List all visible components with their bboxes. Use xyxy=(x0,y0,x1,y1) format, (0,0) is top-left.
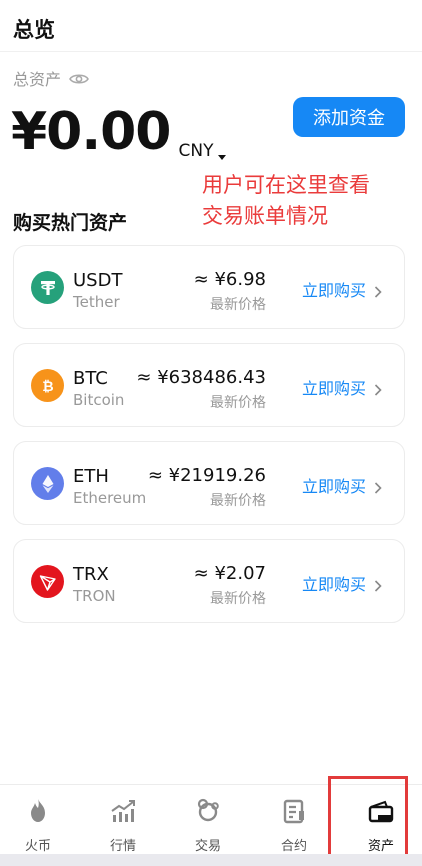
exchange-icon xyxy=(194,797,222,825)
page-title: 总览 xyxy=(13,18,55,42)
tab-label: 行情 xyxy=(109,839,136,854)
tab-market[interactable]: 行情 xyxy=(81,785,165,857)
tab-label: 合约 xyxy=(280,839,307,854)
add-funds-button[interactable]: 添加资金 xyxy=(293,97,405,137)
asset-price-label: 最新价格 xyxy=(210,297,266,313)
tether-icon xyxy=(31,271,64,304)
tron-icon xyxy=(31,565,64,598)
annotation-note: 用户可在这里查看 交易账单情况 xyxy=(202,170,370,232)
asset-price: ≈ ¥6.98 xyxy=(193,269,266,290)
flame-icon xyxy=(24,797,52,825)
asset-name: Ethereum xyxy=(73,489,147,507)
highlight-annotation-box xyxy=(328,776,408,859)
chevron-right-icon xyxy=(374,479,382,494)
annotation-line-2: 交易账单情况 xyxy=(202,204,328,228)
tab-label: 火币 xyxy=(24,839,51,854)
tab-contract[interactable]: 合约 xyxy=(252,785,336,857)
eye-icon[interactable] xyxy=(69,71,89,85)
chevron-right-icon xyxy=(374,577,382,592)
buy-now-link[interactable]: 立即购买 xyxy=(302,277,382,301)
asset-card-usdt[interactable]: USDT Tether ≈ ¥6.98 最新价格 立即购买 xyxy=(13,245,405,329)
currency-label: CNY xyxy=(178,141,214,161)
asset-symbol: TRX xyxy=(73,564,109,585)
total-assets-label: 总资产 xyxy=(13,70,62,89)
tab-trade[interactable]: 交易 xyxy=(166,785,250,857)
asset-price: ≈ ¥2.07 xyxy=(193,563,266,584)
buy-now-link[interactable]: 立即购买 xyxy=(302,473,382,497)
buy-now-link[interactable]: 立即购买 xyxy=(302,571,382,595)
buy-now-label: 立即购买 xyxy=(302,477,367,496)
tab-label: 交易 xyxy=(194,839,221,854)
chevron-right-icon xyxy=(374,381,382,396)
section-title: 购买热门资产 xyxy=(13,212,128,234)
asset-symbol: BTC xyxy=(73,368,108,389)
chevron-right-icon xyxy=(374,283,382,298)
asset-name: TRON xyxy=(73,587,116,605)
caret-down-icon xyxy=(217,147,227,160)
asset-price: ≈ ¥638486.43 xyxy=(136,367,266,388)
asset-name: Tether xyxy=(73,293,120,311)
total-balance: ¥0.00 xyxy=(11,102,171,162)
buy-now-label: 立即购买 xyxy=(302,281,367,300)
asset-price-label: 最新价格 xyxy=(210,493,266,509)
asset-symbol: ETH xyxy=(73,466,109,487)
asset-symbol: USDT xyxy=(73,270,123,291)
balance-row: ¥0.00 CNY xyxy=(11,100,227,164)
contract-icon xyxy=(280,797,308,825)
currency-selector[interactable]: CNY xyxy=(178,141,227,161)
asset-price-label: 最新价格 xyxy=(210,591,266,607)
buy-now-label: 立即购买 xyxy=(302,575,367,594)
bitcoin-icon: ₿ xyxy=(31,369,64,402)
asset-card-trx[interactable]: TRX TRON ≈ ¥2.07 最新价格 立即购买 xyxy=(13,539,405,623)
total-assets-label-row: 总资产 xyxy=(13,66,89,90)
asset-price-label: 最新价格 xyxy=(210,395,266,411)
ethereum-icon xyxy=(31,467,64,500)
annotation-line-1: 用户可在这里查看 xyxy=(202,173,370,197)
header: 总览 xyxy=(0,0,422,52)
chart-icon xyxy=(109,797,137,825)
home-indicator-strip xyxy=(0,854,422,866)
asset-price: ≈ ¥21919.26 xyxy=(147,465,266,486)
buy-now-label: 立即购买 xyxy=(302,379,367,398)
asset-card-btc[interactable]: ₿ BTC Bitcoin ≈ ¥638486.43 最新价格 立即购买 xyxy=(13,343,405,427)
svg-text:₿: ₿ xyxy=(42,379,53,395)
buy-now-link[interactable]: 立即购买 xyxy=(302,375,382,399)
asset-card-eth[interactable]: ETH Ethereum ≈ ¥21919.26 最新价格 立即购买 xyxy=(13,441,405,525)
asset-name: Bitcoin xyxy=(73,391,125,409)
tab-huobi[interactable]: 火币 xyxy=(0,785,80,857)
